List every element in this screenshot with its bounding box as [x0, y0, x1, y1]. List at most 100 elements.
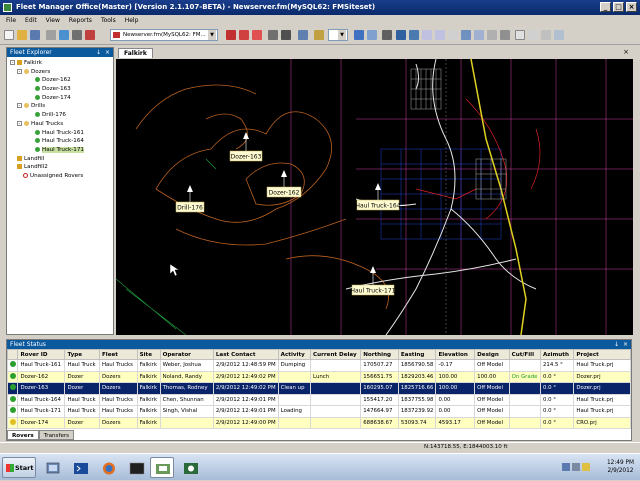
new-icon[interactable]: [4, 30, 14, 40]
info-icon[interactable]: [554, 30, 564, 40]
tree-node-haul-truck-161[interactable]: Haul Truck-161: [7, 129, 113, 138]
layers-icon[interactable]: [354, 30, 364, 40]
column-header[interactable]: Northing: [360, 349, 399, 360]
close-window-button[interactable]: ×: [626, 2, 637, 12]
text-icon[interactable]: [515, 30, 525, 40]
menu-file[interactable]: File: [6, 15, 16, 26]
clock[interactable]: 12:49 PM 2/9/2012: [607, 459, 634, 475]
column-header[interactable]: Current Delay: [310, 349, 362, 360]
table-row[interactable]: Haul Truck-171 Haul Truck Haul Trucks Fa…: [6, 405, 631, 418]
column-header[interactable]: Last Contact: [212, 349, 279, 360]
menu-edit[interactable]: Edit: [25, 15, 37, 26]
pointer-icon[interactable]: [382, 30, 392, 40]
open-folder-icon[interactable]: [17, 30, 27, 40]
tree-node-dozer-174[interactable]: Dozer-174: [7, 94, 113, 103]
rover-dozer-icon[interactable]: [252, 30, 262, 40]
volume-icon[interactable]: [572, 463, 580, 471]
rover-truck-icon[interactable]: [239, 30, 249, 40]
flag-icon[interactable]: [582, 463, 590, 471]
tree-node-haul-truck-164[interactable]: Haul Truck-164: [7, 137, 113, 146]
path-icon[interactable]: [314, 30, 324, 40]
column-header[interactable]: Site: [136, 349, 161, 360]
delete-icon[interactable]: [85, 30, 95, 40]
rover-alert-icon[interactable]: [226, 30, 236, 40]
menu-reports[interactable]: Reports: [69, 15, 92, 26]
column-header[interactable]: Design: [474, 349, 510, 360]
menu-view[interactable]: View: [46, 15, 60, 26]
taskbar-app-terminal[interactable]: [124, 457, 148, 478]
column-header[interactable]: Azimuth: [539, 349, 575, 360]
view-3d-icon[interactable]: [474, 30, 484, 40]
rover-marker-haul-truck-164[interactable]: Haul Truck-164: [355, 183, 401, 211]
tree-node-drill-176[interactable]: Drill-176: [7, 111, 113, 120]
track-icon[interactable]: [500, 30, 510, 40]
tree-node-dozer-163[interactable]: Dozer-163: [7, 85, 113, 94]
path-dropdown[interactable]: ▼: [328, 29, 348, 41]
tab-transfers[interactable]: Transfers: [38, 430, 75, 440]
collapse-icon[interactable]: -: [10, 60, 15, 65]
center-icon[interactable]: [487, 30, 497, 40]
table-row[interactable]: Haul Truck-161 Haul Truck Haul Trucks Fa…: [6, 359, 631, 372]
tab-rovers[interactable]: Rovers: [7, 430, 39, 440]
close-icon[interactable]: ×: [105, 48, 110, 57]
tab-falkirk[interactable]: Falkirk: [118, 48, 153, 58]
table-row[interactable]: Haul Truck-164 Haul Truck Haul Trucks Fa…: [6, 393, 631, 406]
collapse-icon[interactable]: -: [17, 120, 22, 126]
tree-node-dozers[interactable]: - Dozers: [7, 68, 113, 77]
tree-node-dozer-162[interactable]: Dozer-162: [7, 76, 113, 85]
label-icon[interactable]: [528, 30, 538, 40]
table-row[interactable]: Dozer-162 Dozer Dozers Falkirk Noland, R…: [6, 370, 631, 383]
taskbar-app-powershell[interactable]: [68, 457, 92, 478]
column-header[interactable]: Elevation: [435, 349, 476, 360]
tree-node-falkirk[interactable]: - Falkirk: [7, 59, 113, 68]
zoom-extents-icon[interactable]: [396, 30, 406, 40]
taskbar-app-fleet-manager[interactable]: [150, 457, 174, 478]
zoom-window-icon[interactable]: [409, 30, 419, 40]
column-header[interactable]: Rover ID: [17, 349, 66, 360]
menu-tools[interactable]: Tools: [101, 15, 116, 26]
rover-marker-dozer-163[interactable]: Dozer-163: [229, 132, 263, 162]
grid-icon[interactable]: [367, 30, 377, 40]
map-canvas[interactable]: Dozer-163 Dozer-162 Drill-176 Haul Truck…: [116, 59, 633, 335]
column-header[interactable]: Cut/Fill: [508, 349, 541, 360]
tree-node-landfill2[interactable]: Landfill2: [7, 163, 113, 172]
maximize-button[interactable]: □: [613, 2, 624, 12]
zoom-in-icon[interactable]: [422, 30, 432, 40]
close-icon[interactable]: ×: [623, 340, 628, 349]
person-icon[interactable]: [298, 30, 308, 40]
rover-marker-dozer-162[interactable]: Dozer-162: [266, 170, 302, 198]
minimize-button[interactable]: _: [600, 2, 611, 12]
start-button[interactable]: Start: [2, 457, 36, 478]
taskbar-app-viewer[interactable]: [178, 457, 202, 478]
zoom-out-icon[interactable]: [435, 30, 445, 40]
tree-node-haul-trucks[interactable]: - Haul Trucks: [7, 120, 113, 129]
collapse-icon[interactable]: -: [17, 103, 22, 109]
tool-icon[interactable]: [268, 30, 278, 40]
print-icon[interactable]: [46, 30, 56, 40]
column-header[interactable]: Type: [64, 349, 100, 360]
table-row[interactable]: Dozer-163 Dozer Dozers Falkirk Thomas, R…: [6, 382, 631, 395]
column-header[interactable]: [6, 349, 19, 360]
settings-icon[interactable]: [72, 30, 82, 40]
column-header[interactable]: Activity: [277, 349, 312, 360]
pan-icon[interactable]: [448, 30, 458, 40]
tree-node-haul-truck-171[interactable]: Haul Truck-171: [7, 146, 113, 155]
pin-icon[interactable]: ↓: [96, 48, 101, 57]
table-row[interactable]: Dozer-174 Dozer Dozers Falkirk 2/9/2012 …: [6, 416, 631, 429]
close-icon[interactable]: ×: [623, 48, 629, 56]
tree-node-drills[interactable]: - Drills: [7, 102, 113, 111]
save-icon[interactable]: [30, 30, 40, 40]
refresh-icon[interactable]: [59, 30, 69, 40]
menu-help[interactable]: Help: [125, 15, 139, 26]
taskbar-app-explorer[interactable]: [40, 457, 64, 478]
column-header[interactable]: Project: [573, 349, 631, 360]
column-header[interactable]: Fleet: [98, 349, 138, 360]
measure-icon[interactable]: [281, 30, 291, 40]
chart-icon[interactable]: [541, 30, 551, 40]
rover-marker-drill-176[interactable]: Drill-176: [175, 185, 205, 213]
column-header[interactable]: Operator: [159, 349, 214, 360]
pin-icon[interactable]: ↓: [614, 340, 619, 349]
rotate-icon[interactable]: [461, 30, 471, 40]
column-header[interactable]: Easting: [397, 349, 437, 360]
collapse-icon[interactable]: -: [17, 68, 22, 74]
